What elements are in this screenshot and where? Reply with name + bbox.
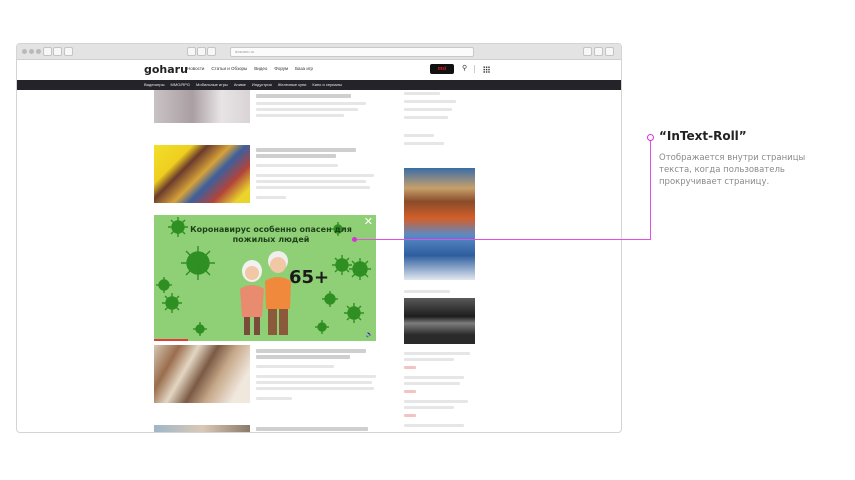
top-nav-item[interactable]: Новости — [187, 66, 204, 71]
sidebar-text — [404, 424, 464, 427]
sidebar-thumbnail[interactable] — [404, 298, 475, 344]
sidebar-tag — [404, 414, 416, 417]
close-icon[interactable]: ✕ — [364, 217, 373, 228]
intext-roll-ad[interactable]: Коронавирус особенно опасен для пожилых … — [154, 215, 376, 341]
article-thumbnail[interactable] — [154, 145, 250, 203]
article-meta — [256, 164, 338, 167]
annotation-title: “InText-Roll” — [659, 129, 747, 143]
ad-age-text: 65+ — [289, 267, 330, 288]
window-maximize-dot[interactable] — [36, 49, 41, 54]
sidebar-tag — [404, 390, 416, 393]
article-snippet — [256, 114, 344, 117]
browser-toolbar: dosnaru.ru — [17, 44, 621, 60]
article-snippet — [256, 108, 358, 111]
site-logo[interactable]: goharu — [144, 63, 188, 76]
apps-grid-icon[interactable] — [483, 66, 490, 73]
tab-button-2[interactable] — [197, 47, 206, 56]
article-meta — [256, 365, 334, 368]
article-snippet — [256, 387, 374, 390]
forward-button[interactable] — [53, 47, 62, 56]
top-nav-item[interactable]: База игр — [295, 66, 313, 71]
sidebar-banner[interactable] — [404, 168, 475, 280]
tab-button[interactable] — [187, 47, 196, 56]
annotation-description: Отображается внутри страницы текста, ког… — [659, 153, 806, 187]
category-item[interactable]: MMO/RPG — [170, 82, 190, 87]
sidebar-button[interactable] — [64, 47, 73, 56]
sidebar-text — [404, 134, 434, 137]
article-snippet — [256, 102, 366, 105]
category-item[interactable]: Кино и сериалы — [312, 82, 342, 87]
address-bar[interactable]: dosnaru.ru — [230, 47, 474, 57]
new-tab-button[interactable] — [594, 47, 603, 56]
article-headline[interactable] — [256, 94, 351, 98]
article-thumbnail[interactable] — [154, 90, 250, 123]
article-thumbnail[interactable] — [154, 425, 250, 432]
article-headline[interactable] — [256, 349, 366, 353]
callout-line — [650, 137, 651, 240]
sidebar-text — [404, 116, 448, 119]
ad-title: Коронавирус особенно опасен для пожилых … — [190, 225, 352, 244]
window-minimize-dot[interactable] — [29, 49, 34, 54]
category-item[interactable]: Железные купи — [278, 82, 307, 87]
share-button[interactable] — [583, 47, 592, 56]
site-header: goharu Новости Статьи и Обзоры Видео Фор… — [17, 60, 621, 80]
callout-line — [357, 239, 651, 240]
sidebar-text — [404, 406, 454, 409]
article-tag — [256, 196, 286, 199]
url-text: dosnaru.ru — [235, 49, 255, 54]
article-snippet — [256, 174, 374, 177]
sidebar-tag — [404, 366, 416, 369]
tab-button-3[interactable] — [207, 47, 216, 56]
article-snippet — [256, 180, 366, 183]
article-snippet — [256, 381, 372, 384]
category-nav: Видеоигры MMO/RPG Мобильные игры Аниме И… — [17, 80, 621, 90]
sidebar-text — [404, 382, 460, 385]
sidebar-text — [404, 92, 440, 95]
category-item[interactable]: Аниме — [234, 82, 246, 87]
article-snippet — [256, 375, 376, 378]
category-item[interactable]: Индустрия — [252, 82, 272, 87]
top-nav-item[interactable]: Видео — [254, 66, 267, 71]
top-nav: Новости Статьи и Обзоры Видео Форум База… — [187, 66, 313, 71]
article-headline[interactable] — [256, 355, 350, 359]
elderly-couple-illustration — [240, 251, 291, 335]
search-icon[interactable]: ⚲ — [462, 64, 467, 72]
back-button[interactable] — [43, 47, 52, 56]
article-tag — [256, 397, 292, 400]
sidebar-text — [404, 352, 470, 355]
speaker-icon[interactable]: 🔈 — [366, 331, 373, 338]
category-item[interactable]: Видеоигры — [144, 82, 164, 87]
sidebar-text — [404, 358, 454, 361]
top-nav-item[interactable]: Форум — [274, 66, 288, 71]
header-divider — [474, 65, 475, 73]
msi-badge[interactable]: msi — [430, 64, 454, 74]
top-nav-item[interactable]: Статьи и Обзоры — [211, 66, 247, 71]
category-item[interactable]: Мобильные игры — [196, 82, 228, 87]
sidebar-text — [404, 108, 452, 111]
article-headline[interactable] — [256, 154, 336, 158]
article-thumbnail[interactable] — [154, 345, 250, 403]
sidebar-text — [404, 142, 444, 145]
callout-anchor — [647, 134, 654, 141]
sidebar-text — [404, 376, 464, 379]
sidebar-text — [404, 290, 450, 293]
article-headline[interactable] — [256, 148, 356, 152]
ad-progress-bar — [154, 339, 188, 341]
sidebar-text — [404, 400, 468, 403]
article-snippet — [256, 186, 370, 189]
tabs-overview-button[interactable] — [605, 47, 614, 56]
window-close-dot[interactable] — [22, 49, 27, 54]
article-headline[interactable] — [256, 427, 368, 431]
sidebar-text — [404, 100, 456, 103]
